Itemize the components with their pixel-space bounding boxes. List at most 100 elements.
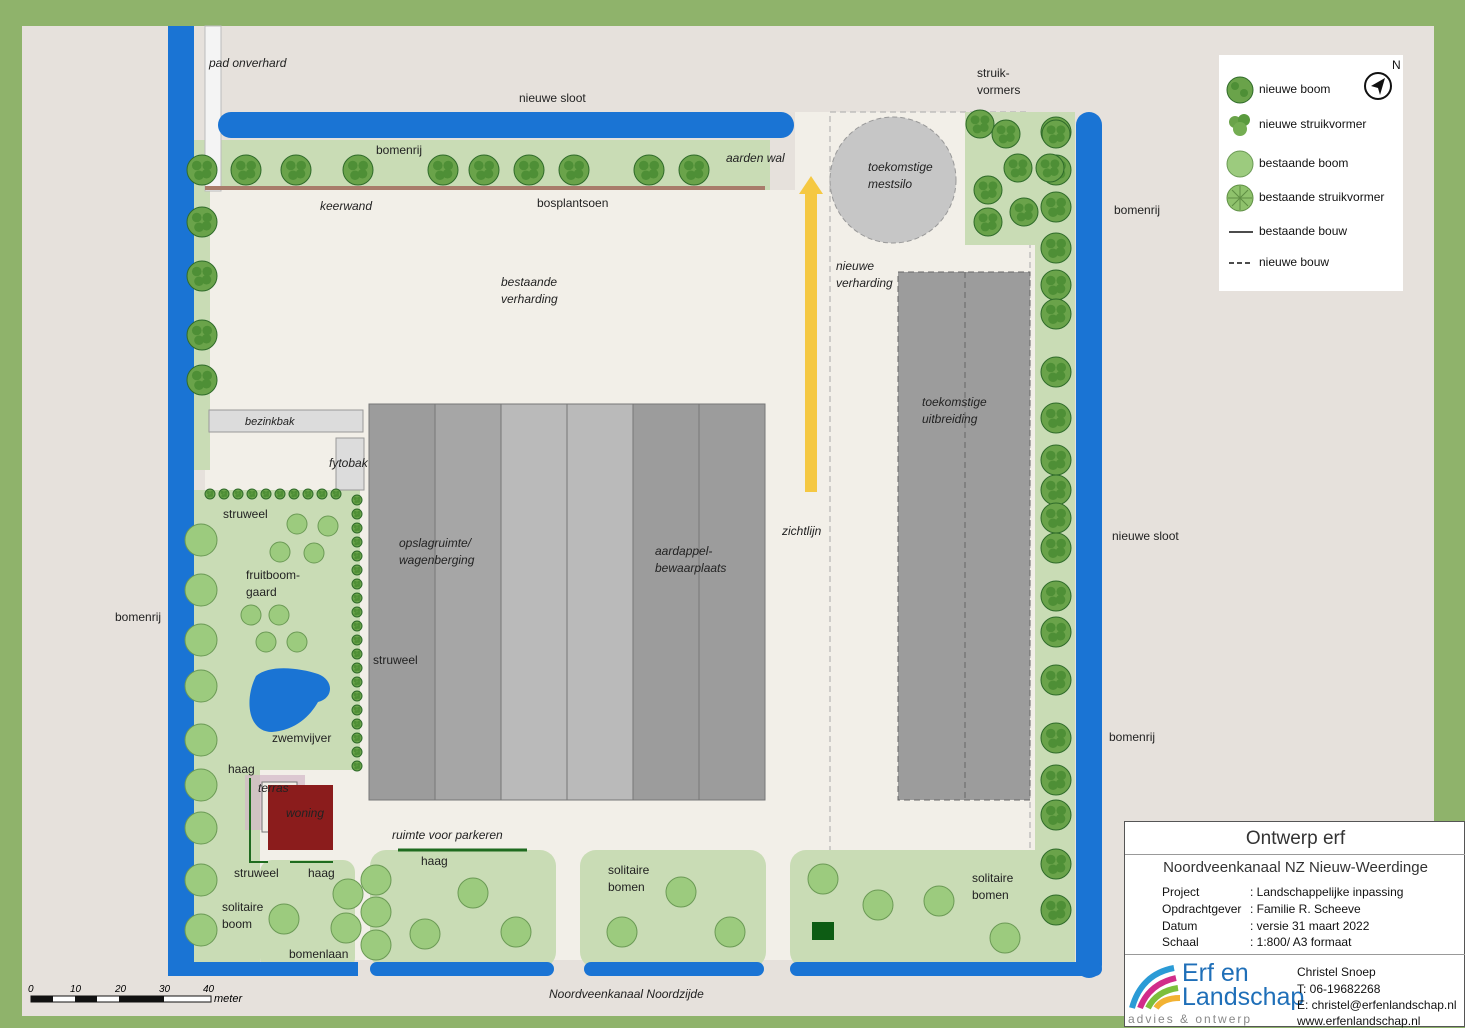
object-box bbox=[812, 922, 834, 940]
bestaande-boom-icon bbox=[862, 889, 894, 921]
struikvormer-icon bbox=[351, 536, 363, 548]
struikvormer-icon bbox=[351, 550, 363, 562]
nieuwe-boom-icon bbox=[1040, 722, 1072, 754]
scale-tick: 40 bbox=[203, 984, 215, 995]
label-bestaande-verharding-1: bestaande bbox=[501, 275, 558, 289]
struikvormer-icon bbox=[260, 488, 272, 500]
contact-email[interactable]: E: christel@erfenlandschap.nl bbox=[1297, 998, 1457, 1012]
label-fruitboomgaard-2: gaard bbox=[246, 585, 277, 599]
bestaande-boom-icon bbox=[184, 573, 218, 607]
legend-label: bestaande bouw bbox=[1259, 224, 1348, 238]
label-haag-parking: haag bbox=[421, 854, 448, 868]
bestaande-boom-icon bbox=[332, 878, 364, 910]
bestaande-boom-icon bbox=[409, 918, 441, 950]
bestaande-boom-icon bbox=[184, 768, 218, 802]
label-aardappel-2: bewaarplaats bbox=[655, 561, 727, 575]
nieuwe-boom-icon bbox=[186, 364, 218, 396]
nieuwe-boom-icon bbox=[558, 154, 590, 186]
legend-row-bestaande-bouw: bestaande bouw bbox=[1219, 217, 1403, 247]
struikvormer-icon bbox=[274, 488, 286, 500]
plan-title: Ontwerp erf bbox=[1245, 828, 1346, 849]
bestaande-boom-icon bbox=[457, 877, 489, 909]
contact-website[interactable]: www.erfenlandschap.nl bbox=[1297, 1014, 1420, 1028]
label-solitaire-boom-2: boom bbox=[222, 917, 253, 931]
struikvormer-icon bbox=[351, 606, 363, 618]
bestaande-boom-icon bbox=[714, 916, 746, 948]
nieuwe-boom-icon bbox=[1040, 616, 1072, 648]
struikvormer-icon bbox=[351, 634, 363, 646]
struikvormer-icon bbox=[351, 690, 363, 702]
tb-datum-key: Datum bbox=[1162, 919, 1198, 933]
parking-green bbox=[370, 850, 556, 968]
label-noordveenkanaal: Noordveenkanaal Noordzijde bbox=[549, 987, 704, 1001]
label-bomenlaan: bomenlaan bbox=[289, 947, 349, 961]
bestaande-boom-icon bbox=[923, 885, 955, 917]
logo-line-2: Landschap bbox=[1182, 983, 1305, 1011]
struikvormer-icon bbox=[246, 488, 258, 500]
label-bestaande-verharding-2: verharding bbox=[501, 292, 558, 306]
north-letter: N bbox=[1392, 58, 1401, 72]
nieuwe-boom-icon bbox=[1040, 532, 1072, 564]
label-opslagruimte-2: wagenberging bbox=[399, 553, 475, 567]
legend-label: bestaande struikvormer bbox=[1259, 190, 1385, 204]
tb-datum-value: : versie 31 maart 2022 bbox=[1250, 919, 1370, 933]
bestaande-boom-icon bbox=[286, 631, 308, 653]
struikvormer-icon bbox=[232, 488, 244, 500]
struikvormer-icon bbox=[351, 564, 363, 576]
nieuwe-boom-icon bbox=[186, 260, 218, 292]
struikvormer-icon bbox=[351, 760, 363, 772]
struikvormer-icon bbox=[218, 488, 230, 500]
legend-label: nieuwe bouw bbox=[1259, 255, 1330, 269]
bestaande-boom-icon bbox=[269, 541, 291, 563]
uitbreiding-building bbox=[897, 271, 1031, 801]
nieuwe-boom-icon bbox=[1040, 444, 1072, 476]
nieuwe-boom-icon bbox=[280, 154, 312, 186]
nieuwe-boom-icon bbox=[186, 319, 218, 351]
nieuwe-boom-icon bbox=[1040, 664, 1072, 696]
opslagruimte-building bbox=[368, 403, 766, 801]
struikvormer-icon bbox=[351, 732, 363, 744]
struikvormer-icon bbox=[351, 592, 363, 604]
struikvormer-icon bbox=[973, 175, 1003, 205]
nieuwe-boom-icon bbox=[230, 154, 262, 186]
struikvormer-icon bbox=[351, 508, 363, 520]
label-solitaire-bomen-mid-1: solitaire bbox=[608, 863, 650, 877]
label-ruimte-parkeren: ruimte voor parkeren bbox=[392, 828, 503, 842]
label-uitbreiding-2: uitbreiding bbox=[922, 412, 978, 426]
struikvormer-icon bbox=[351, 676, 363, 688]
struikvormer-icon bbox=[351, 648, 363, 660]
label-struikvormers-1: struik- bbox=[977, 66, 1010, 80]
bestaande-boom-icon bbox=[360, 896, 392, 928]
legend-label: nieuwe struikvormer bbox=[1259, 117, 1367, 131]
label-struweel-bottom: struweel bbox=[234, 866, 279, 880]
bestaande-boom-icon bbox=[807, 863, 839, 895]
nieuwe-boom-icon bbox=[513, 154, 545, 186]
scale-tick: 0 bbox=[28, 984, 34, 995]
zichtlijn-arrow bbox=[805, 192, 817, 492]
nieuwe-boom-icon bbox=[468, 154, 500, 186]
legend-label: bestaande boom bbox=[1259, 156, 1349, 170]
label-nieuwe-verharding-1: nieuwe bbox=[836, 259, 875, 273]
label-bezinkbak: bezinkbak bbox=[245, 416, 295, 428]
struikvormer-icon bbox=[965, 109, 995, 139]
label-solitaire-bomen-right-2: bomen bbox=[972, 888, 1009, 902]
bestaande-boom-icon bbox=[268, 604, 290, 626]
scale-tick: 10 bbox=[70, 984, 82, 995]
label-opslagruimte-1: opslagruimte/ bbox=[399, 536, 472, 550]
logo-mark-icon bbox=[1129, 965, 1181, 1010]
bestaande-boom-icon bbox=[184, 863, 218, 897]
nieuwe-boom-icon bbox=[1040, 402, 1072, 434]
label-pad-onverhard: pad onverhard bbox=[209, 56, 287, 70]
nieuwe-boom-icon bbox=[633, 154, 665, 186]
label-terras: terras bbox=[258, 781, 289, 795]
label-nieuwe-verharding-2: verharding bbox=[836, 276, 893, 290]
bestaande-boom-icon bbox=[184, 811, 218, 845]
label-bomenrij-right-bottom: bomenrij bbox=[1109, 730, 1156, 744]
struikvormer-icon bbox=[351, 522, 363, 534]
solid-line-icon bbox=[1229, 231, 1253, 233]
nieuwe-boom-icon bbox=[1040, 894, 1072, 926]
nieuwe-boom-icon bbox=[1040, 764, 1072, 796]
tb-project-value: : Landschappelijke inpassing bbox=[1250, 885, 1404, 899]
label-solitaire-bomen-right-1: solitaire bbox=[972, 871, 1014, 885]
tb-schaal-key: Schaal bbox=[1162, 935, 1199, 949]
